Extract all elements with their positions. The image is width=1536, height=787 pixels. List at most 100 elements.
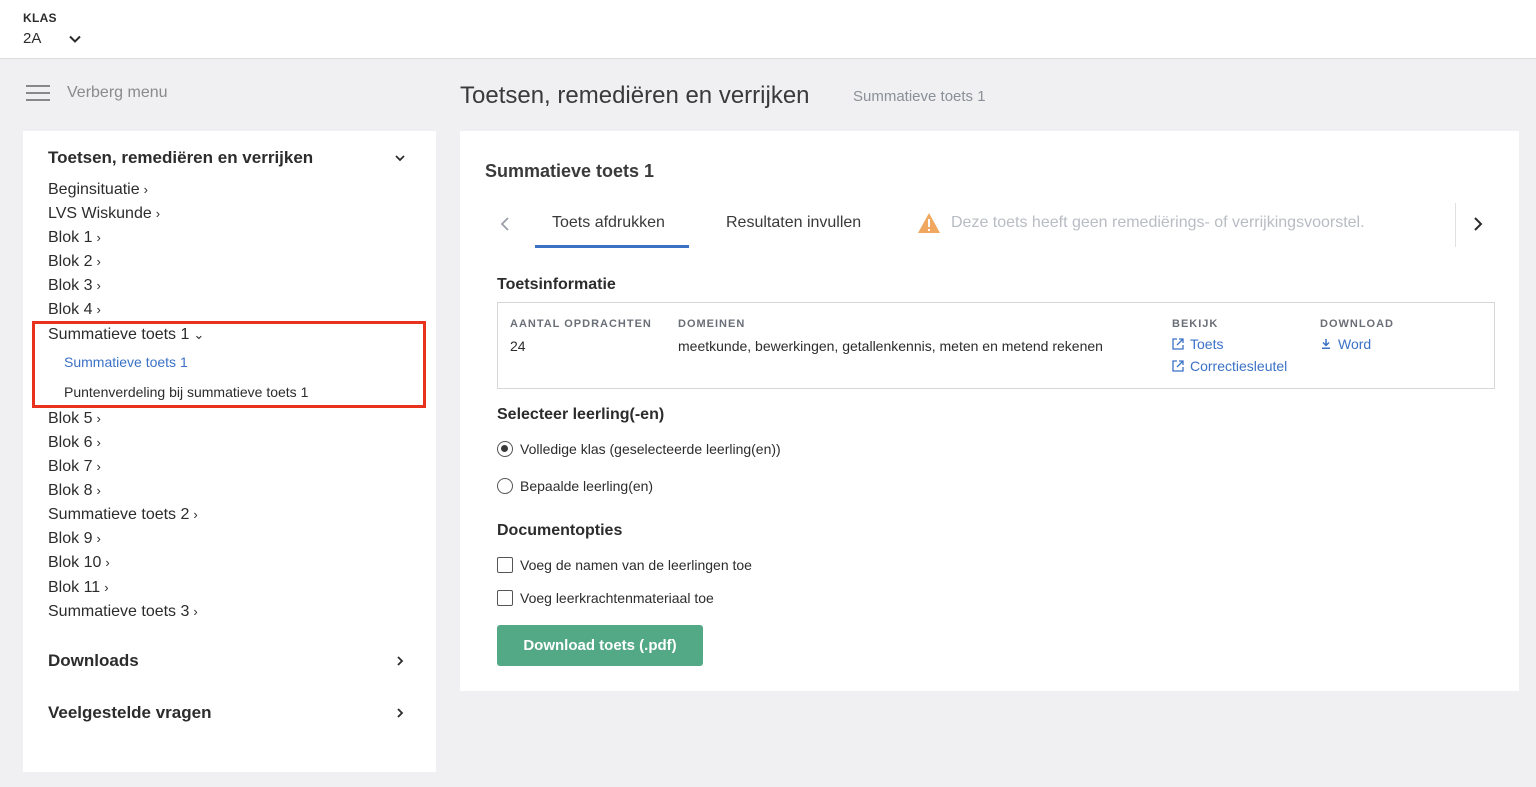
page-subtitle: Summatieve toets 1 — [853, 88, 986, 105]
info-col-download: DOWNLOAD Word — [1320, 318, 1394, 352]
warning-icon — [918, 213, 940, 233]
checkbox-student-names[interactable]: Voeg de namen van de leerlingen toe — [497, 557, 752, 573]
info-box: AANTAL OPDRACHTEN 24 DOMEINEN meetkunde,… — [497, 302, 1495, 389]
radio-label: Volledige klas (geselecteerde leerling(e… — [520, 441, 781, 457]
checkbox[interactable] — [497, 557, 513, 573]
tab-resultaten-invullen[interactable]: Resultaten invullen — [726, 214, 861, 232]
sidebar-subitem-puntenverdeling[interactable]: Puntenverdeling bij summatieve toets 1 — [64, 384, 308, 400]
sidebar-item-beginsituatie[interactable]: Beginsituatie › — [48, 181, 148, 199]
domains-header: DOMEINEN — [678, 318, 746, 330]
checkbox-label: Voeg de namen van de leerlingen toe — [520, 557, 752, 573]
sidebar-subitem-summatieve-toets-1[interactable]: Summatieve toets 1 — [64, 354, 188, 370]
klas-select[interactable]: 2A — [23, 30, 82, 47]
sidebar-item-blok-10[interactable]: Blok 10 › — [48, 554, 110, 572]
sidebar-item-blok-2[interactable]: Blok 2 › — [48, 253, 101, 271]
sidebar-item-lvs-wiskunde[interactable]: LVS Wiskunde › — [48, 205, 160, 223]
chevron-right-icon — [1474, 217, 1483, 231]
view-correctiesleutel-link[interactable]: Correctiesleutel — [1172, 358, 1287, 374]
info-col-count: AANTAL OPDRACHTEN 24 — [510, 318, 652, 354]
tab-toets-afdrukken[interactable]: Toets afdrukken — [552, 214, 665, 232]
chevron-right-icon: › — [96, 230, 101, 245]
sidebar-section-title: Toetsen, remediëren en verrijken — [48, 148, 314, 167]
count-value: 24 — [510, 338, 526, 354]
tab-scroll-right[interactable] — [1463, 209, 1493, 239]
sidebar-item-label: LVS Wiskunde — [48, 205, 152, 222]
doc-options-title: Documentopties — [497, 522, 623, 539]
radio-full-class[interactable]: Volledige klas (geselecteerde leerling(e… — [497, 441, 781, 457]
sidebar-item-label: Blok 4 — [48, 301, 93, 318]
external-link-icon — [1172, 338, 1184, 350]
sidebar-item-blok-5[interactable]: Blok 5 › — [48, 410, 101, 428]
download-word-link[interactable]: Word — [1320, 336, 1394, 352]
sidebar-item-label: Blok 3 — [48, 277, 93, 294]
chevron-right-icon: › — [155, 206, 161, 221]
chevron-right-icon: › — [96, 278, 101, 293]
sidebar-item-blok-8[interactable]: Blok 8 › — [48, 482, 101, 500]
chevron-right-icon: › — [193, 604, 198, 619]
tab-scroll-left[interactable] — [490, 209, 520, 239]
sidebar-section-title: Downloads — [48, 651, 139, 670]
sidebar-item-blok-4[interactable]: Blok 4 › — [48, 301, 101, 319]
top-bar: KLAS 2A — [0, 0, 1536, 59]
sidebar-item-summatieve-toets-1[interactable]: Summatieve toets 1 ⌄ — [48, 326, 204, 344]
sidebar-item-label: Blok 7 — [48, 458, 93, 475]
info-col-view: BEKIJK Toets Correctiesleutel — [1172, 318, 1287, 374]
card-title: Summatieve toets 1 — [485, 161, 655, 181]
hide-menu-button[interactable]: Verberg menu — [26, 84, 168, 102]
chevron-right-icon: › — [96, 483, 101, 498]
sidebar-item-blok-7[interactable]: Blok 7 › — [48, 458, 101, 476]
sidebar-item-label: Summatieve toets 1 — [48, 326, 190, 343]
sidebar-item-label: Blok 11 — [48, 579, 101, 596]
sidebar-item-label: Blok 8 — [48, 482, 93, 499]
chevron-right-icon — [397, 708, 404, 718]
chevron-down-icon: ⌄ — [193, 327, 205, 342]
sidebar-item-label: Blok 9 — [48, 530, 93, 547]
checkbox[interactable] — [497, 590, 513, 606]
sidebar: Toetsen, remediëren en verrijken Beginsi… — [23, 131, 436, 772]
chevron-right-icon — [397, 656, 404, 666]
checkbox-teacher-material[interactable]: Voeg leerkrachtenmateriaal toe — [497, 590, 714, 606]
sidebar-item-label: Blok 5 — [48, 410, 93, 427]
sidebar-item-summatieve-toets-3[interactable]: Summatieve toets 3 › — [48, 603, 198, 621]
sidebar-section-title: Veelgestelde vragen — [48, 703, 212, 722]
sidebar-item-summatieve-toets-2[interactable]: Summatieve toets 2 › — [48, 506, 198, 524]
view-toets-link[interactable]: Toets — [1172, 336, 1287, 352]
radio-specific-students[interactable]: Bepaalde leerling(en) — [497, 478, 653, 494]
info-col-domains: DOMEINEN meetkunde, bewerkingen, getalle… — [678, 318, 1103, 354]
chevron-right-icon: › — [96, 459, 101, 474]
active-tab-indicator — [535, 245, 689, 248]
info-section-title: Toetsinformatie — [497, 276, 616, 293]
hide-menu-label: Verberg menu — [67, 84, 168, 101]
sidebar-section-faq[interactable]: Veelgestelde vragen — [48, 703, 407, 723]
external-link-icon — [1172, 360, 1184, 372]
sidebar-item-blok-11[interactable]: Blok 11 › — [48, 579, 109, 597]
sidebar-item-label: Blok 2 — [48, 253, 93, 270]
chevron-left-icon — [500, 217, 509, 231]
download-pdf-button[interactable]: Download toets (.pdf) — [497, 625, 703, 666]
view-header: BEKIJK — [1172, 318, 1219, 330]
sidebar-item-blok-6[interactable]: Blok 6 › — [48, 434, 101, 452]
sidebar-item-blok-9[interactable]: Blok 9 › — [48, 530, 101, 548]
sidebar-item-blok-1[interactable]: Blok 1 › — [48, 229, 101, 247]
sidebar-item-label: Summatieve toets 2 — [48, 506, 190, 523]
chevron-right-icon: › — [96, 531, 101, 546]
sidebar-section-toetsen[interactable]: Toetsen, remediëren en verrijken — [48, 148, 407, 168]
chevron-right-icon: › — [96, 254, 101, 269]
sidebar-item-blok-3[interactable]: Blok 3 › — [48, 277, 101, 295]
chevron-down-icon — [395, 155, 405, 162]
link-label: Word — [1338, 336, 1372, 352]
radio-button[interactable] — [497, 478, 513, 494]
count-header: AANTAL OPDRACHTEN — [510, 318, 652, 330]
download-icon — [1322, 339, 1330, 349]
klas-label: KLAS — [23, 11, 57, 25]
radio-button[interactable] — [497, 441, 513, 457]
tab-warning: Deze toets heeft geen remediërings- of v… — [917, 212, 1365, 234]
sidebar-section-downloads[interactable]: Downloads — [48, 651, 407, 671]
tab-divider — [1455, 203, 1456, 247]
domains-value: meetkunde, bewerkingen, getallenkennis, … — [678, 338, 1103, 354]
sidebar-item-label: Blok 6 — [48, 434, 93, 451]
link-label: Correctiesleutel — [1190, 358, 1288, 374]
chevron-right-icon: › — [96, 435, 101, 450]
chevron-down-icon — [69, 35, 81, 43]
radio-label: Bepaalde leerling(en) — [520, 478, 654, 494]
